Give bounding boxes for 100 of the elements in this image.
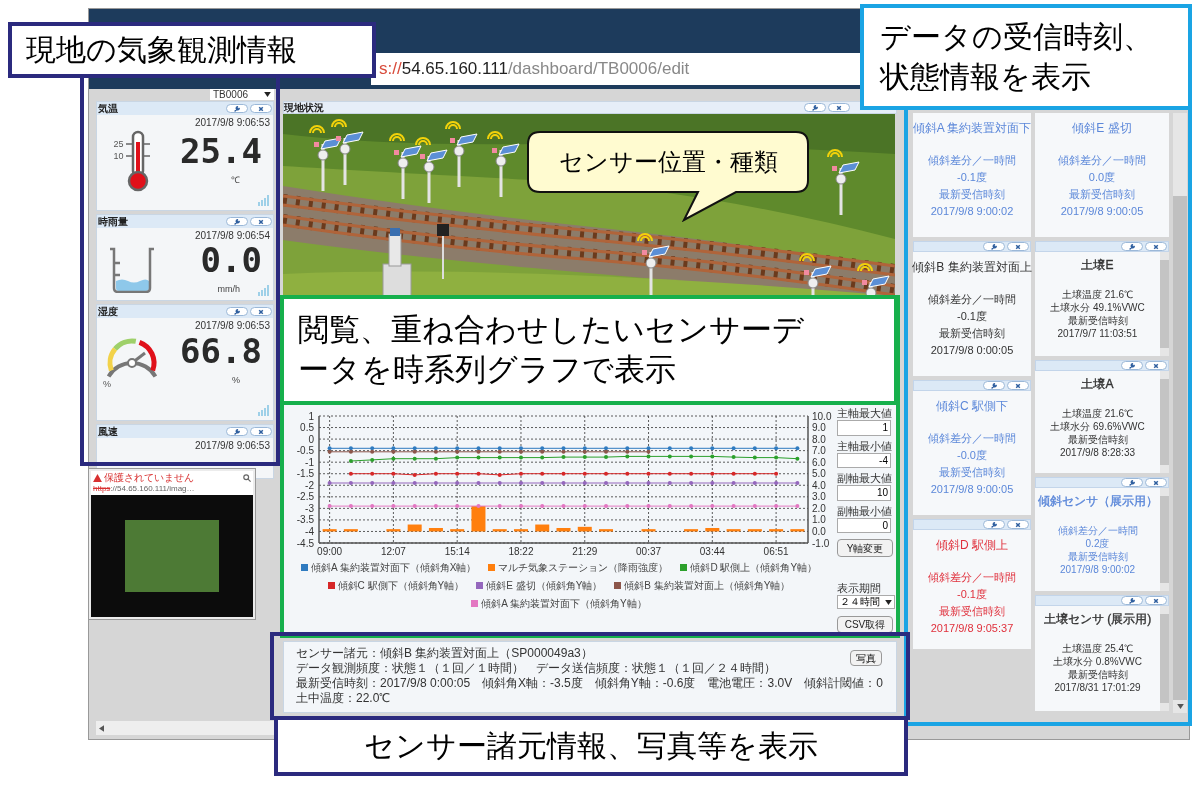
info-text: 最新受信時刻：2017/9/8 0:00:05 <box>296 676 471 691</box>
tick-label: 9.0 <box>812 422 826 434</box>
card-text: 最新受信時刻 <box>1067 433 1128 446</box>
card-title: 傾斜A 集約装置対面下 <box>912 121 1032 136</box>
card-text: -0.1度 <box>957 587 987 602</box>
field-label: 表示期間 <box>837 581 882 596</box>
card-text: 傾斜差分／一時間 <box>928 431 1016 446</box>
card-text: -0.1度 <box>957 170 987 185</box>
apply-button[interactable]: Y軸変更 <box>837 539 893 558</box>
legend-label: 傾斜A 集約装置対面下（傾斜角X軸） <box>310 561 477 575</box>
field-label: 主軸最小値 <box>837 438 893 453</box>
legend-label: 傾斜D 駅側上（傾斜角Y軸） <box>690 561 818 575</box>
info-text: データ観測頻度：状態１（１回／１時間） <box>296 661 524 676</box>
card-title: 土壌E <box>1081 258 1114 272</box>
card-text: 土壌水分 49.1%VWC <box>1050 301 1145 314</box>
card-text: 2017/9/8 9:00:05 <box>930 482 1014 497</box>
card-text: 最新受信時刻 <box>1067 668 1128 681</box>
photo-button[interactable]: 写真 <box>850 650 882 666</box>
tick-label: -2 <box>305 479 314 491</box>
card-text: 最新受信時刻 <box>939 604 1005 619</box>
card-text: 土壌温度 25.4℃ <box>1061 642 1134 655</box>
tick-label: 1.0 <box>812 514 826 526</box>
axis-input[interactable]: 10 <box>837 485 891 501</box>
address-bar[interactable]: s://54.65.160.111/dashboard/TB0006/edit <box>371 53 861 85</box>
info-text: センサー諸元：傾斜B 集約装置対面上（SP000049a3） <box>296 646 593 661</box>
field-label: 主軸最大値 <box>837 406 893 420</box>
period-select[interactable]: ２４時間 <box>837 595 895 609</box>
tick-label: 3.0 <box>812 491 826 503</box>
card-text: -0.0度 <box>957 448 987 463</box>
tick-label: 2.0 <box>812 502 826 514</box>
tick-label: 5.0 <box>812 468 826 480</box>
info-text: 傾斜角X軸：-3.5度 <box>482 676 583 691</box>
axis-input[interactable]: 0 <box>837 517 891 533</box>
card-text: -0.1度 <box>957 309 987 324</box>
card-text: 最新受信時刻 <box>1069 187 1135 202</box>
unit-label: mm/h <box>217 283 240 296</box>
tick-label: 0.0 <box>812 525 826 537</box>
card-text: 0.0度 <box>1088 170 1116 185</box>
legend-label: マルチ気象ステーション（降雨強度） <box>498 561 669 575</box>
card-text: 2017/8/31 17:01:29 <box>1054 681 1141 694</box>
tick-label: 0.5 <box>300 422 314 434</box>
widget-title: 時雨量 <box>98 216 128 227</box>
widget-title: 気温 <box>98 103 118 114</box>
card-text: 最新受信時刻 <box>939 465 1005 480</box>
tick-label: 10.0 <box>812 410 832 422</box>
popup-url: https://54.65.160.111/imag… <box>93 484 196 494</box>
timestamp: 2017/9/8 9:06:53 <box>194 439 270 453</box>
tick-label: 00:37 <box>636 546 662 557</box>
card-text: 最新受信時刻 <box>1067 314 1128 327</box>
gauge-label: % <box>103 380 111 389</box>
tick-label: 18:22 <box>508 546 534 557</box>
card-title: 土壌A <box>1081 377 1114 391</box>
timestamp: 2017/9/8 9:06:53 <box>194 319 270 333</box>
card-text: 2017/9/8 9:00:02 <box>1059 563 1136 576</box>
tick-label: -3.5 <box>296 514 314 526</box>
tick-label: 15:14 <box>444 546 470 557</box>
reading-value: 25.4 <box>180 134 262 169</box>
tick-label: -3 <box>305 502 314 514</box>
tick-label: 8.0 <box>812 433 826 445</box>
card-text: 傾斜差分／一時間 <box>928 570 1016 585</box>
tick-label: 7.0 <box>812 445 826 457</box>
card-text: 2017/9/8 0:00:05 <box>930 343 1014 358</box>
scale-label: 25 <box>113 138 124 150</box>
card-text: 2017/9/8 9:00:02 <box>930 204 1014 219</box>
tick-label: -2.5 <box>296 491 314 503</box>
info-text: 傾斜角Y軸：-0.6度 <box>594 676 696 691</box>
card-title: 傾斜センサ（展示用） <box>1037 494 1158 508</box>
card-title: 傾斜B 集約装置対面上 <box>912 260 1032 275</box>
legend-label: 傾斜E 盛切（傾斜角Y軸） <box>486 579 603 593</box>
legend-label: 傾斜A 集約装置対面下（傾斜角Y軸） <box>481 597 647 611</box>
callout-text: センサー位置・種類 <box>558 147 778 177</box>
tick-label: 6.0 <box>812 456 826 468</box>
card-text: 2017/9/7 11:03:51 <box>1057 327 1138 340</box>
card-text: 傾斜差分／一時間 <box>1058 153 1146 168</box>
card-text: 0.2度 <box>1085 537 1110 550</box>
site-select[interactable]: TB0006 <box>210 89 274 100</box>
tick-label: -1.0 <box>812 537 830 549</box>
unit-label: % <box>232 374 240 388</box>
axis-input[interactable]: 1 <box>837 420 891 436</box>
tick-label: 12:07 <box>380 546 406 557</box>
tick-label: 0 <box>308 433 314 445</box>
axis-input[interactable]: -4 <box>837 452 891 468</box>
card-text: 傾斜差分／一時間 <box>928 292 1016 307</box>
info-text: 電池電圧：3.0V <box>707 676 793 691</box>
tick-label: 1 <box>308 410 314 422</box>
card-title: 傾斜E 盛切 <box>1072 121 1132 136</box>
card-text: 土壌水分 69.6%VWC <box>1050 420 1145 433</box>
timestamp: 2017/9/8 9:06:53 <box>194 116 270 130</box>
legend-label: 傾斜B 集約装置対面上（傾斜角Y軸） <box>624 579 791 593</box>
tick-label: 06:51 <box>763 546 789 557</box>
tick-label: 21:29 <box>572 546 598 557</box>
reading-value: 0.0 <box>200 243 262 277</box>
card-text: 最新受信時刻 <box>939 187 1005 202</box>
widget-title: 湿度 <box>98 306 118 317</box>
callout: 現地の気象観測情報 <box>8 22 376 78</box>
card-text: 最新受信時刻 <box>939 326 1005 341</box>
tick-label: -1 <box>305 456 314 468</box>
card-text: 傾斜差分／一時間 <box>928 153 1016 168</box>
card-title: 土壌センサ (展示用) <box>1043 612 1152 626</box>
csv-button[interactable]: CSV取得 <box>837 616 893 633</box>
